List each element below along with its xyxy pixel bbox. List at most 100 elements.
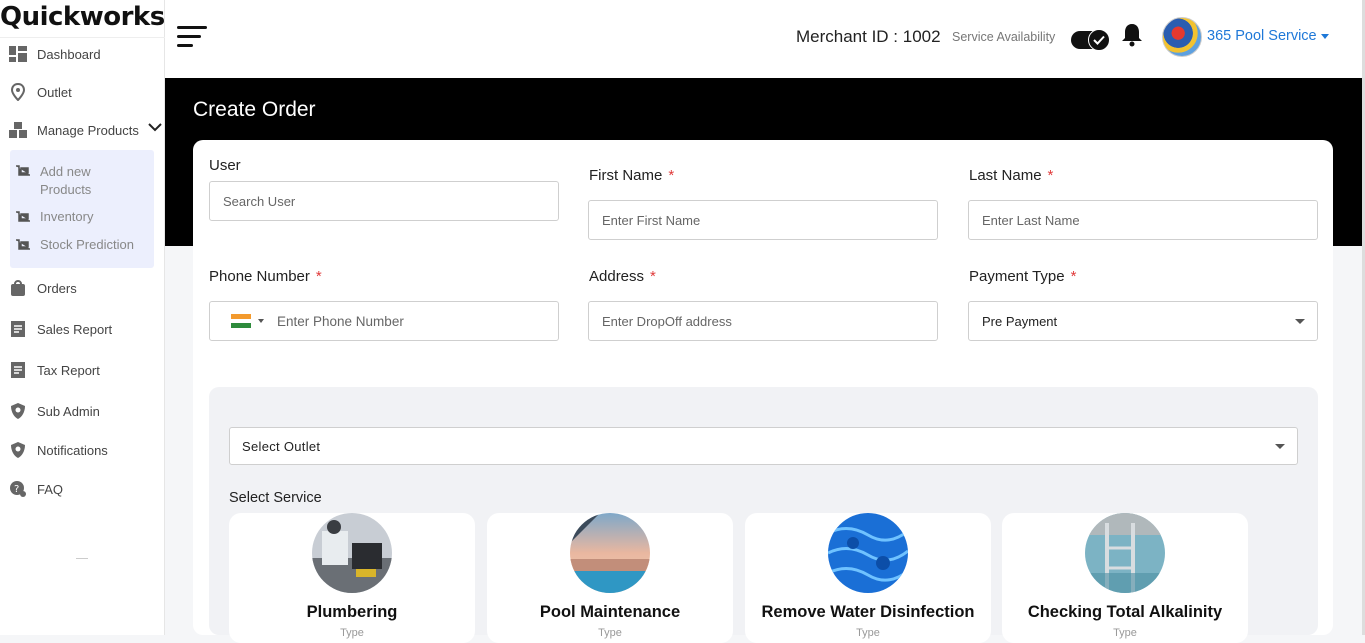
sidebar-item-sales-report[interactable]: Sales Report: [8, 317, 112, 341]
service-card-checking-total-alkalinity[interactable]: Checking Total Alkalinity Type: [1002, 513, 1248, 643]
payment-type-label-text: Payment Type: [969, 268, 1065, 285]
first-name-label-text: First Name: [589, 167, 663, 184]
service-card-remove-water-disinfection[interactable]: Remove Water Disinfection Type: [745, 513, 991, 643]
report-icon: [8, 319, 28, 339]
caret-down-icon: [1320, 33, 1329, 39]
required-marker: *: [315, 268, 322, 285]
user-name-label: 365 Pool Service: [1207, 28, 1317, 44]
required-marker: *: [1047, 167, 1054, 184]
sidebar-item-label: Sales Report: [37, 321, 113, 337]
service-type: Type: [340, 627, 364, 639]
service-name: Checking Total Alkalinity: [1027, 603, 1223, 621]
required-marker: *: [650, 268, 656, 285]
india-flag-icon[interactable]: [231, 314, 251, 329]
sidebar-item-manage-products[interactable]: Manage Products: [8, 118, 165, 142]
payment-type-label: Payment Type *: [969, 268, 1076, 285]
create-order-card: User Search User First Name * Enter First…: [193, 140, 1333, 643]
caret-down-icon: [1275, 444, 1285, 449]
sidebar-item-orders[interactable]: Orders: [8, 276, 77, 300]
submenu-item-stock-prediction[interactable]: Stock Prediction: [14, 237, 134, 253]
service-card-plumbering[interactable]: Plumbering Type: [229, 513, 475, 643]
dashboard-icon: [8, 44, 28, 64]
report-icon: [8, 360, 28, 380]
page-title: Create Order: [193, 98, 316, 121]
sidebar-item-outlet[interactable]: Outlet: [8, 80, 72, 104]
phone-label-text: Phone Number: [209, 268, 310, 285]
caret-down-icon[interactable]: [258, 319, 264, 323]
outlet-select[interactable]: Select Outlet: [229, 427, 1298, 465]
service-availability-label: Service Availability: [952, 30, 1056, 44]
service-availability-toggle[interactable]: [1071, 29, 1110, 51]
submenu-item-inventory[interactable]: Inventory: [14, 209, 93, 225]
pool-maintenance-image: [570, 513, 650, 593]
sidebar-item-notifications[interactable]: Notifications: [8, 438, 108, 462]
first-name-input[interactable]: Enter First Name: [588, 200, 938, 240]
service-name: Plumbering: [306, 603, 398, 621]
search-user-input[interactable]: Search User: [209, 181, 559, 221]
sidebar: Quickworks Dashboard Outlet Manage Produ…: [0, 0, 165, 635]
manage-products-submenu: Add new Products Inventory Stock Predict…: [10, 150, 154, 268]
submenu-item-label: Stock Prediction: [40, 237, 134, 252]
sidebar-divider: [76, 558, 88, 559]
cart-icon: [14, 237, 32, 253]
service-card-pool-maintenance[interactable]: Pool Maintenance Type: [487, 513, 733, 643]
service-panel: Select Outlet Select Service Plumbering …: [209, 387, 1318, 643]
shield-bell-icon: [8, 440, 28, 460]
submenu-item-label: Inventory: [40, 209, 94, 224]
address-input[interactable]: Enter DropOff address: [588, 301, 938, 341]
merchant-id: Merchant ID : 1002: [796, 27, 941, 46]
sidebar-item-tax-report[interactable]: Tax Report: [8, 358, 100, 382]
cart-icon: [14, 163, 32, 179]
avatar[interactable]: [1162, 17, 1202, 57]
sidebar-item-label: FAQ: [37, 481, 64, 497]
caret-down-icon: [1295, 319, 1305, 324]
top-header: Merchant ID : 1002 Service Availability …: [165, 0, 1365, 78]
location-pin-icon: [8, 82, 28, 102]
chevron-down-icon[interactable]: [148, 120, 162, 135]
first-name-label: First Name *: [589, 167, 674, 184]
select-service-heading: Select Service: [229, 490, 322, 506]
sidebar-item-label: Sub Admin: [37, 403, 100, 419]
checkmark-icon: [1088, 29, 1110, 51]
last-name-label: Last Name *: [969, 167, 1053, 184]
phone-placeholder: Enter Phone Number: [277, 313, 404, 329]
boxes-icon: [8, 120, 28, 140]
app-logo[interactable]: Quickworks: [0, 0, 165, 38]
svg-text:?: ?: [14, 484, 19, 495]
submenu-item-add-new-products[interactable]: Add new Products: [14, 163, 134, 199]
address-label: Address *: [589, 268, 656, 285]
user-menu[interactable]: 365 Pool Service: [1207, 28, 1329, 44]
service-type: Type: [598, 627, 622, 639]
payment-type-select[interactable]: Pre Payment: [968, 301, 1318, 341]
water-disinfection-image: [828, 513, 908, 593]
payment-type-value: Pre Payment: [982, 313, 1058, 329]
phone-input[interactable]: Enter Phone Number: [209, 301, 559, 341]
sidebar-item-dashboard[interactable]: Dashboard: [8, 42, 101, 66]
sidebar-item-label: Manage Products: [37, 122, 139, 138]
plumbering-image: [312, 513, 392, 593]
submenu-item-label: Add new Products: [40, 164, 92, 197]
shield-user-icon: [8, 401, 28, 421]
last-name-label-text: Last Name: [969, 167, 1042, 184]
notification-bell-icon[interactable]: [1120, 22, 1144, 48]
service-type: Type: [1113, 627, 1137, 639]
cart-icon: [14, 209, 32, 225]
address-label-text: Address: [589, 268, 645, 285]
service-type: Type: [856, 627, 880, 639]
last-name-input[interactable]: Enter Last Name: [968, 200, 1318, 240]
sidebar-item-label: Notifications: [37, 442, 108, 458]
outlet-select-value: Select Outlet: [242, 438, 321, 454]
service-name: Remove Water Disinfection: [761, 603, 975, 621]
menu-toggle-icon[interactable]: [177, 26, 209, 50]
service-name: Pool Maintenance: [539, 603, 681, 621]
sidebar-item-faq[interactable]: ? FAQ: [8, 477, 63, 501]
sidebar-item-label: Outlet: [37, 84, 72, 100]
sidebar-item-label: Dashboard: [37, 46, 101, 62]
sidebar-item-label: Orders: [37, 280, 77, 296]
sidebar-item-sub-admin[interactable]: Sub Admin: [8, 399, 100, 423]
required-marker: *: [1070, 268, 1077, 285]
required-marker: *: [668, 167, 675, 184]
total-alkalinity-image: [1085, 513, 1165, 593]
shopping-bag-icon: [8, 278, 28, 298]
sidebar-item-label: Tax Report: [37, 362, 100, 378]
